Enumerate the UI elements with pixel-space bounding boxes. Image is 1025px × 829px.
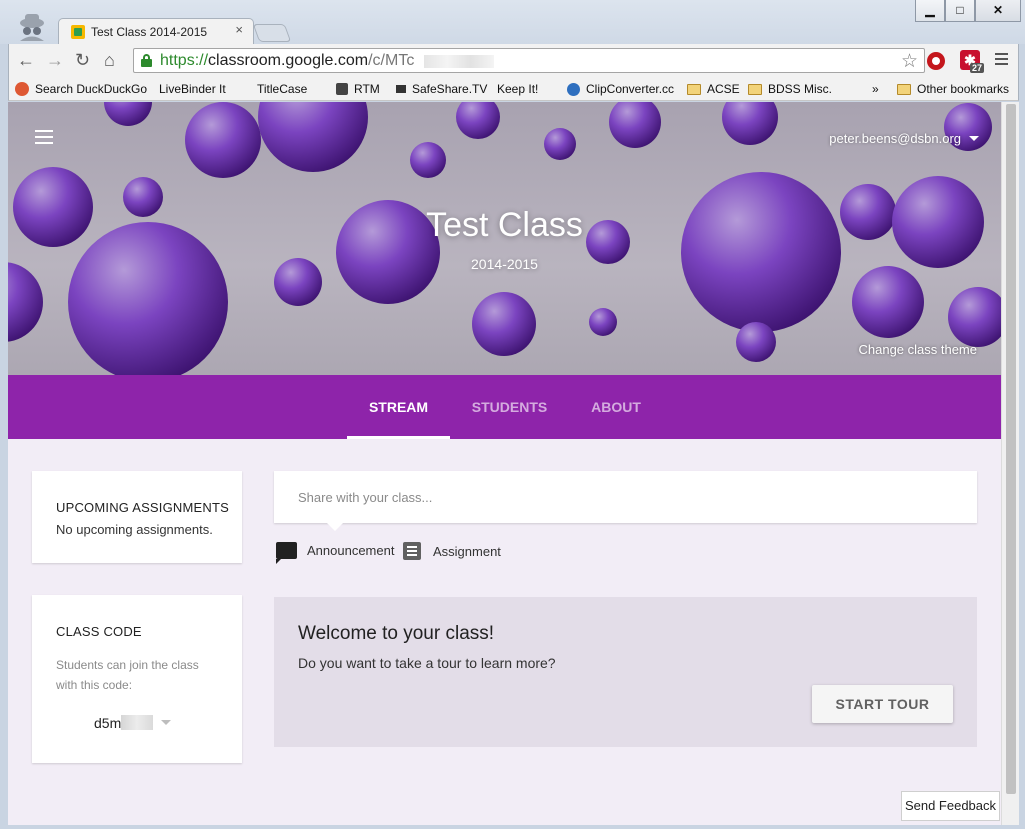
window-controls: ▁ □ ✕: [915, 0, 1021, 22]
tab-title: Test Class 2014-2015: [91, 25, 208, 39]
bookmark-label: RTM: [354, 82, 380, 96]
tv-icon: [396, 85, 406, 93]
bookmark-folder-acse[interactable]: ACSE: [687, 82, 740, 96]
url-scheme: https://: [160, 52, 209, 69]
url-redaction: [424, 55, 494, 68]
tab-close-icon[interactable]: ×: [235, 22, 243, 37]
upcoming-assignments-card: UPCOMING ASSIGNMENTS No upcoming assignm…: [32, 471, 242, 563]
classroom-page: peter.beens@dsbn.org Test Class 2014-201…: [8, 102, 1019, 825]
folder-icon: [687, 83, 701, 95]
rtm-icon: [336, 83, 348, 95]
class-title: Test Class: [426, 206, 583, 244]
bookmark-label: ClipConverter.cc: [586, 82, 675, 96]
scrollbar-thumb[interactable]: [1006, 104, 1016, 794]
tab-about[interactable]: ABOUT: [573, 375, 659, 439]
browser-toolbar: ← → ↻ ⌂ https://classroom.google.com/c/M…: [8, 44, 1019, 77]
bookmark-label: TitleCase: [257, 82, 308, 96]
reload-icon[interactable]: ↻: [75, 51, 90, 69]
maximize-button[interactable]: □: [945, 0, 975, 22]
tab-students[interactable]: STUDENTS: [458, 375, 561, 439]
other-bookmarks-folder[interactable]: Other bookmarks: [897, 82, 1009, 96]
class-code-value: d5m: [94, 715, 122, 731]
folder-icon: [897, 83, 911, 95]
page-scrollbar[interactable]: [1001, 102, 1019, 825]
share-box-pointer: [326, 522, 344, 531]
bookmark-label: Keep It!: [497, 82, 539, 96]
bookmark-label: SafeShare.TV: [412, 82, 488, 96]
upcoming-empty-text: No upcoming assignments.: [56, 522, 213, 537]
new-tab-button[interactable]: [252, 24, 292, 42]
class-tab-bar: STREAM STUDENTS ABOUT: [8, 375, 1001, 439]
chrome-menu-icon[interactable]: [995, 53, 1008, 68]
bookmark-safeshare[interactable]: SafeShare.TV: [396, 82, 487, 96]
bookmark-folder-bdss[interactable]: BDSS Misc.: [748, 82, 832, 96]
class-section: 2014-2015: [471, 256, 538, 272]
bookmark-label: LiveBinder It: [159, 82, 226, 96]
upcoming-heading: UPCOMING ASSIGNMENTS: [56, 500, 230, 515]
address-bar[interactable]: https://classroom.google.com/c/MTc ☆: [133, 48, 925, 73]
class-banner: peter.beens@dsbn.org Test Class 2014-201…: [8, 102, 1001, 375]
announcement-label: Announcement: [307, 543, 395, 558]
announcement-icon: [276, 542, 297, 564]
caret-down-icon: [969, 136, 979, 141]
bookmark-label: Search DuckDuckGo: [35, 82, 148, 96]
back-icon[interactable]: ←: [17, 51, 35, 69]
bookmark-star-icon[interactable]: ☆: [901, 50, 918, 73]
class-code-heading: CLASS CODE: [56, 624, 142, 639]
chevron-down-icon: [161, 720, 172, 725]
welcome-card: Welcome to your class! Do you want to ta…: [274, 597, 977, 747]
change-theme-link[interactable]: Change class theme: [858, 342, 977, 357]
bookmark-titlecase[interactable]: TitleCase: [257, 82, 308, 197]
welcome-body: Do you want to take a tour to learn more…: [298, 655, 556, 671]
bookmark-keepit[interactable]: Keep It!: [497, 82, 539, 197]
send-feedback-button[interactable]: Send Feedback: [901, 791, 1000, 821]
start-tour-button[interactable]: START TOUR: [812, 685, 953, 723]
duckduckgo-icon: [15, 82, 29, 96]
share-with-class-input[interactable]: Share with your class...: [274, 471, 977, 523]
tab-stream[interactable]: STREAM: [347, 375, 450, 439]
incognito-icon: [20, 14, 44, 41]
class-code-help: Students can join the class with this co…: [56, 658, 199, 692]
account-switcher[interactable]: peter.beens@dsbn.org: [829, 131, 979, 146]
class-code-display[interactable]: d5m: [94, 715, 172, 731]
bookmark-rtm[interactable]: RTM: [336, 82, 380, 96]
announcement-option[interactable]: Announcement: [276, 542, 395, 564]
forward-icon[interactable]: →: [46, 51, 64, 69]
browser-tab[interactable]: Test Class 2014-2015 ×: [58, 18, 254, 44]
assignment-label: Assignment: [433, 543, 501, 559]
bookmark-duckduckgo[interactable]: Search DuckDuckGo: [15, 82, 147, 96]
assignment-icon: [403, 542, 421, 560]
close-window-button[interactable]: ✕: [975, 0, 1021, 22]
bookmarks-bar: Search DuckDuckGo LiveBinder It TitleCas…: [8, 77, 1019, 197]
bookmark-label: ACSE: [707, 82, 740, 96]
other-bookmarks-label: Other bookmarks: [917, 82, 1010, 96]
bookmark-clipconverter[interactable]: ClipConverter.cc: [567, 82, 674, 96]
clipconverter-icon: [567, 82, 580, 96]
adblock-extension-icon[interactable]: [927, 52, 945, 70]
account-email: peter.beens@dsbn.org: [829, 131, 961, 146]
url-path: /c/MTc: [368, 52, 415, 69]
bookmark-livebinder[interactable]: LiveBinder It: [159, 82, 226, 197]
classroom-favicon-icon: [71, 25, 85, 39]
bookmarks-overflow-button[interactable]: »: [872, 82, 879, 96]
bookmark-label: BDSS Misc.: [768, 82, 833, 96]
window-titlebar: Test Class 2014-2015 × ▁ □ ✕: [0, 0, 1025, 44]
welcome-title: Welcome to your class!: [298, 623, 495, 644]
share-placeholder: Share with your class...: [298, 490, 433, 505]
hamburger-menu-icon[interactable]: [35, 130, 53, 148]
home-icon[interactable]: ⌂: [104, 51, 115, 69]
lock-icon: [141, 54, 152, 67]
minimize-button[interactable]: ▁: [915, 0, 945, 22]
url-host: classroom.google.com: [208, 52, 369, 69]
url-text: https://classroom.google.com/c/MTc: [160, 52, 414, 70]
extension-badge: 27: [970, 63, 985, 73]
assignment-option[interactable]: Assignment: [403, 542, 501, 560]
class-code-redaction: [121, 715, 154, 730]
folder-icon: [748, 83, 762, 95]
class-code-card: CLASS CODE Students can join the class w…: [32, 595, 242, 763]
